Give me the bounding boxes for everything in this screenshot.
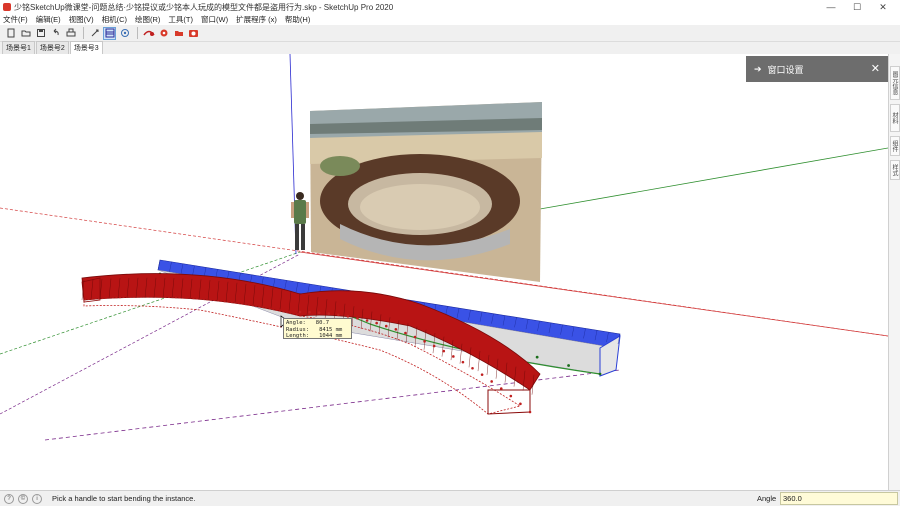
status-hint: Pick a handle to start bending the insta… [52, 494, 196, 503]
person-figure[interactable] [291, 192, 309, 250]
menu-draw[interactable]: 绘图(R) [135, 14, 160, 25]
tray-tab-materials[interactable]: 材料 [890, 104, 900, 132]
tray-tab-styles[interactable]: 样式 [890, 160, 900, 180]
close-icon[interactable]: ✕ [871, 62, 880, 75]
gear-icon[interactable] [157, 27, 170, 40]
toolbar-divider [137, 27, 138, 39]
toolbar-divider [83, 27, 84, 39]
instructor-icon[interactable]: i [32, 493, 42, 504]
model-info-icon[interactable] [88, 27, 101, 40]
reference-photo[interactable] [310, 102, 542, 282]
status-bar: ? © i Pick a handle to start bending the… [0, 490, 900, 506]
red-bent-bench[interactable] [81, 273, 541, 415]
menu-extensions[interactable]: 扩展程序 (x) [236, 14, 277, 25]
toolbar [0, 25, 900, 42]
expand-arrow-icon[interactable]: ➔ [754, 64, 762, 75]
title-bar: 少铭SketchUp微课堂-问题总结·少铭提议或少铭本人玩成的模型文件都是盗用行… [0, 0, 900, 14]
scene-tab-2[interactable]: 场景号2 [35, 41, 69, 54]
measurements-input[interactable]: 360.0 [780, 492, 898, 505]
close-button[interactable]: ✕ [868, 0, 898, 14]
menu-window[interactable]: 窗口(W) [201, 14, 228, 25]
scene-tabs: 场景号1 场景号2 场景号3 [0, 41, 900, 54]
menu-edit[interactable]: 编辑(E) [36, 14, 61, 25]
menu-view[interactable]: 视图(V) [69, 14, 94, 25]
print-icon[interactable] [64, 27, 77, 40]
credits-icon[interactable]: © [18, 493, 28, 504]
window-settings-panel[interactable]: ➔ 窗口设置 ✕ [746, 56, 888, 82]
scale-tool-icon[interactable] [103, 26, 116, 40]
menu-bar: 文件(F) 编辑(E) 视图(V) 相机(C) 绘图(R) 工具(T) 窗口(W… [0, 14, 900, 25]
menu-help[interactable]: 帮助(H) [285, 14, 310, 25]
undo-icon[interactable] [49, 27, 62, 40]
window-title: 少铭SketchUp微课堂-问题总结·少铭提议或少铭本人玩成的模型文件都是盗用行… [14, 2, 394, 12]
save-icon[interactable] [34, 27, 47, 40]
geolocation-icon[interactable]: ? [4, 493, 14, 504]
panel-title: 窗口设置 [767, 64, 804, 75]
bend-tool-icon[interactable] [142, 27, 155, 40]
camera-icon[interactable] [187, 27, 200, 40]
tray-tab-components[interactable]: 组件 [890, 136, 900, 156]
menu-camera[interactable]: 相机(C) [102, 14, 127, 25]
orbit-icon[interactable] [118, 27, 131, 40]
scene-canvas [0, 54, 888, 441]
measurements-label: Angle [757, 494, 777, 503]
scene-tab-3[interactable]: 场景号3 [69, 41, 103, 54]
tooltip-length: Length: 1044 mm [286, 333, 343, 339]
new-file-icon[interactable] [4, 27, 17, 40]
green-axis-line [539, 147, 888, 210]
folder-red-icon[interactable] [172, 27, 185, 40]
sketchup-logo-icon [3, 3, 11, 11]
tray-strip: 图元信息 材料 组件 样式 [888, 54, 900, 490]
model-viewport[interactable]: Angle: 80.7 Radius: 8415 mm Length: 1044 m… [0, 54, 888, 490]
menu-file[interactable]: 文件(F) [3, 14, 28, 25]
open-folder-icon[interactable] [19, 27, 32, 40]
tray-tab-entity-info[interactable]: 图元信息 [890, 66, 900, 100]
bend-tooltip: Angle: 80.7 Radius: 8415 mm Length: 1044 m… [283, 318, 352, 339]
menu-tools[interactable]: 工具(T) [168, 14, 193, 25]
scene-tab-1[interactable]: 场景号1 [2, 41, 35, 54]
